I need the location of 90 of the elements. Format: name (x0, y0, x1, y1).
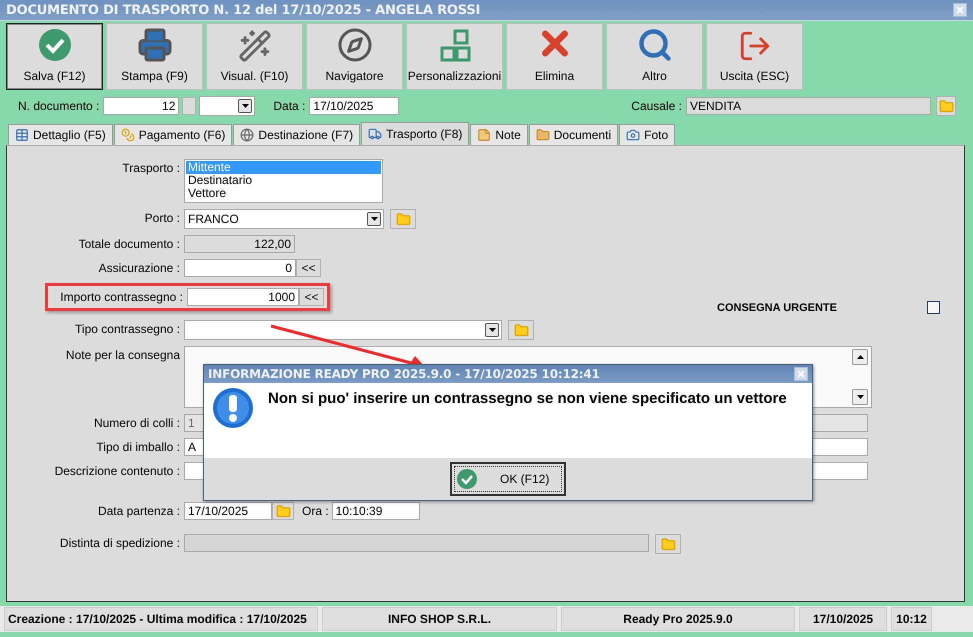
fill-button[interactable]: << (299, 288, 324, 306)
magnifier-icon (636, 27, 672, 63)
squares-icon (438, 29, 472, 63)
status-text: 10:12 (891, 607, 932, 631)
coins-icon (120, 128, 135, 142)
number-field[interactable]: 12 (103, 97, 180, 115)
field-label: Descrizione contenuto : (54, 463, 181, 480)
total-field: 122,00 (184, 235, 295, 253)
ok-button[interactable]: OK (F12) (450, 462, 566, 496)
field-label: Importo contrassegno : (59, 289, 184, 306)
folder-icon (536, 128, 550, 142)
list-option[interactable]: Vettore (186, 187, 381, 200)
list-option[interactable]: Destinatario (186, 174, 381, 187)
field-label: Totale documento : (78, 236, 181, 253)
tab[interactable]: Destinazione (F7) (233, 124, 360, 145)
field-label: Trasporto : (121, 160, 181, 177)
reason-field: VENDITA (686, 97, 931, 115)
dialog-message: Non si puo' inserire un contrassegno se non viene specificato un vettore (268, 390, 787, 407)
amount-field[interactable]: 1000 (187, 288, 299, 306)
series-combo[interactable] (199, 96, 256, 116)
wand-icon (238, 29, 272, 63)
time-field[interactable]: 10:10:39 (332, 502, 420, 520)
toolbar-button[interactable]: Visual. (F10) (206, 23, 303, 90)
field-label: Distinta di spedizione : (58, 535, 181, 552)
dialog-title: INFORMAZIONE READY PRO 2025.9.0 - 17/10/2025 10:12:41 (208, 367, 600, 381)
caret-icon (242, 104, 249, 108)
toolbar-button[interactable]: Elimina (506, 23, 603, 90)
status-text: INFO SHOP S.R.L. (322, 607, 557, 631)
toolbar-button[interactable]: Salva (F12) (6, 23, 103, 90)
status-text: 17/10/2025 (799, 607, 887, 631)
compass-icon (336, 27, 372, 63)
caret-icon (488, 328, 496, 332)
urgent-label: CONSEGNA URGENTE (717, 302, 837, 314)
check-circle-icon (456, 468, 478, 490)
date-field[interactable]: 17/10/2025 (184, 502, 272, 520)
amount-field[interactable]: 0 (184, 259, 296, 277)
fill-button[interactable]: << (296, 259, 321, 277)
tab[interactable]: Dettaglio (F5) (8, 124, 113, 145)
status-text: Ready Pro 2025.9.0 (561, 607, 795, 631)
exclamation-icon (212, 387, 254, 429)
field-label: Data partenza : (96, 503, 181, 520)
close-icon (796, 369, 806, 379)
field-label: Porto : (144, 210, 181, 227)
tab[interactable]: Foto (619, 124, 676, 145)
caret-up-icon (856, 355, 864, 359)
caret-icon (856, 395, 864, 399)
field-label: Tipo di imballo : (95, 439, 181, 456)
urgent-checkbox[interactable] (927, 301, 940, 314)
time-label: Ora : (302, 503, 329, 520)
globe-icon (240, 128, 254, 142)
scroll-down-button[interactable] (852, 389, 868, 405)
dropdown-button[interactable] (485, 323, 499, 337)
tab[interactable]: Documenti (528, 124, 618, 145)
status-text: Creazione : 17/10/2025 - Ultima modifica : 17/10/2025 (4, 607, 318, 631)
date-field[interactable]: 17/10/2025 (309, 97, 400, 115)
camera-icon (626, 128, 640, 142)
combo-box[interactable]: FRANCO (184, 209, 384, 229)
transport-list[interactable]: Mittente Destinatario Vettore (184, 159, 383, 203)
combo-box[interactable] (184, 320, 502, 340)
tab[interactable]: Trasporto (F8) (361, 122, 470, 145)
table-icon (15, 128, 29, 142)
toolbar-button[interactable]: Stampa (F9) (106, 23, 203, 90)
caret-icon (370, 217, 378, 221)
reason-label: Causale : (631, 99, 682, 113)
check-circle-icon (36, 27, 72, 63)
toolbar-button[interactable]: Uscita (ESC) (706, 23, 803, 90)
field-label: Note per la consegna (64, 347, 181, 364)
close-icon (955, 5, 965, 15)
dropdown-button[interactable] (367, 212, 381, 226)
toolbar-button[interactable]: Navigatore (306, 23, 403, 90)
toolbar-button[interactable]: Altro (606, 23, 703, 90)
field-label: Tipo contrassegno : (74, 321, 181, 338)
number-label: N. documento : (18, 99, 100, 113)
folder-icon (276, 504, 290, 518)
folder-icon (514, 322, 528, 338)
toolbar-button[interactable]: Personalizzazioni (406, 23, 503, 90)
note-icon (477, 128, 492, 142)
date-label: Data : (273, 99, 306, 113)
scroll-up-button[interactable] (852, 349, 868, 365)
window-title: DOCUMENTO DI TRASPORTO N. 12 del 17/10/2025 - ANGELA ROSSI (6, 2, 480, 18)
folder-icon (396, 212, 410, 226)
printer-icon (136, 27, 172, 63)
dropdown-button[interactable] (238, 99, 252, 113)
field-label: Assicurazione : (98, 260, 181, 277)
tab[interactable]: Pagamento (F6) (114, 124, 232, 145)
folder-icon (660, 536, 676, 552)
folder-icon (938, 98, 954, 114)
truck-icon (368, 127, 382, 141)
field-label: Numero di colli : (92, 415, 181, 432)
tab[interactable]: Note (470, 124, 528, 145)
